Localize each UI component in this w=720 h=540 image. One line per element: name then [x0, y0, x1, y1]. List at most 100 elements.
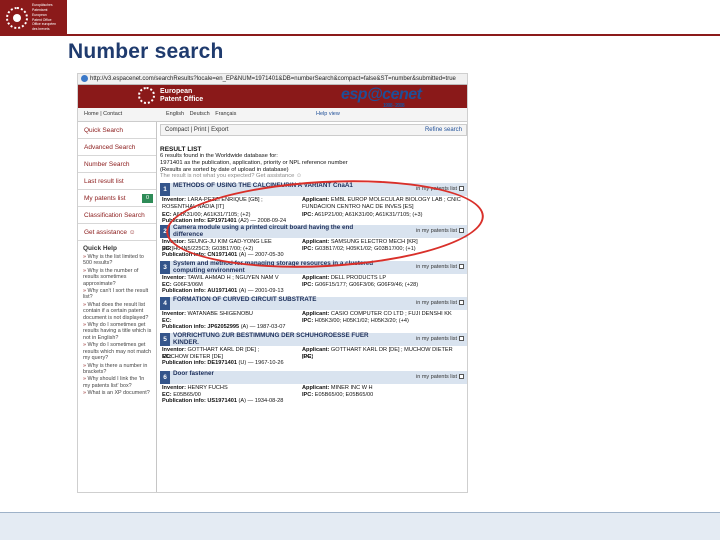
field-label: Applicant:	[302, 311, 330, 318]
publication-number-link[interactable]: US1971401	[207, 398, 237, 404]
field-label: Applicant:	[302, 385, 330, 392]
publication-date: 1967-10-26	[254, 360, 284, 367]
record-title-link[interactable]: VORRICHTUNG ZUR BESTIMMUNG DER SCHUHGROE…	[173, 332, 383, 346]
quick-help-link[interactable]: Why is the number of results sometimes a…	[78, 268, 156, 288]
record-field-inventor: Inventor: HENRY FUCHS	[162, 385, 282, 392]
publication-info: Publication info: DE1971401 (U) — 1967-1…	[162, 360, 284, 367]
field-value: DELL PRODUCTS LP	[330, 275, 387, 282]
add-to-list-checkbox[interactable]	[459, 336, 464, 342]
left-navigation: Quick Search Advanced Search Number Search…	[78, 122, 157, 492]
record-field-inventor: Inventor: GOTTHART KARL DR [DE] ; MUCHOW…	[162, 347, 282, 360]
quick-help-link[interactable]: Why is the list limited to 500 results?	[78, 254, 156, 268]
kind-code: (A)	[238, 398, 246, 405]
record-body: Inventor: GOTTHART KARL DR [DE] ; MUCHOW…	[160, 346, 467, 368]
publication-info: Publication info: JP62052995 (A) — 1987-…	[162, 324, 286, 331]
publication-date: 1934-08-28	[254, 398, 284, 405]
epo-header-logo-icon	[138, 87, 155, 104]
publication-number-link[interactable]: AU1971401	[207, 288, 237, 294]
field-label: Publication info:	[162, 324, 206, 331]
in-my-patents-list: in my patents list	[416, 300, 464, 306]
compact-button[interactable]: Compact	[165, 127, 189, 133]
publication-number-link[interactable]: DE1971401	[207, 360, 237, 366]
field-value: HENRY FUCHS	[187, 385, 228, 392]
nav-item-label: Last result list	[84, 178, 124, 185]
publication-number-link[interactable]: JP62052995	[207, 324, 239, 330]
record-title-link[interactable]: FORMATION OF CURVED CIRCUIT SUBSTRATE	[173, 297, 383, 304]
in-my-patents-list: in my patents list	[416, 336, 464, 342]
nav-item[interactable]: Last result list	[78, 173, 156, 190]
field-label: IPC:	[302, 282, 314, 289]
nav-item[interactable]: Number Search	[78, 156, 156, 173]
nav-item[interactable]: Quick Search	[78, 122, 156, 139]
slide-title: Number search	[68, 40, 224, 63]
print-button[interactable]: Print	[194, 127, 206, 133]
nav-item-label: My patents list	[84, 195, 126, 202]
field-label: Publication info:	[162, 360, 206, 367]
record-number: 5	[160, 333, 170, 347]
record-field-applicant: Applicant: MINER INC W H	[302, 385, 462, 392]
office-name: European Patent Office	[160, 88, 204, 103]
record-number: 3	[160, 261, 170, 275]
nav-item-label: Advanced Search	[84, 144, 136, 151]
record-field-ipc: IPC: E05B65/00; E05B65/00	[302, 392, 462, 399]
record-field-applicant: Applicant: CASIO COMPUTER CO LTD ; FUJI …	[302, 311, 462, 318]
field-value: H05K3/00; H05K1/02; H05K3/20; (+4)	[314, 318, 409, 325]
result-summary-1: 6 results found in the Worldwide databas…	[160, 153, 278, 159]
quick-help-link[interactable]: What does the result list contain if a c…	[78, 302, 156, 322]
record-field-ipc: IPC: H05K3/00; H05K1/02; H05K3/20; (+4)	[302, 318, 462, 325]
field-value: MINER INC W H	[330, 385, 373, 392]
export-button[interactable]: Export	[211, 127, 228, 133]
kind-code: (A)	[238, 288, 247, 295]
nav-item[interactable]: Get assistance ☺	[78, 224, 156, 241]
field-value: TAWIL AHMAD H ; NGUYEN NAM V	[187, 275, 279, 282]
in-list-label: in my patents list	[416, 374, 457, 381]
logo-line: des brevets	[32, 27, 50, 32]
address-bar[interactable]: http://v3.espacenet.com/searchResults?lo…	[78, 74, 467, 85]
field-label: Inventor:	[162, 385, 186, 392]
add-to-list-checkbox[interactable]	[459, 186, 464, 192]
record-body: Inventor: TAWIL AHMAD H ; NGUYEN NAM V Ap…	[160, 274, 467, 294]
quick-help-link[interactable]: Why do I sometimes get results which may…	[78, 342, 156, 362]
publication-info: Publication info: AU1971401 (A) — 2001-0…	[162, 288, 284, 295]
field-label: Inventor:	[162, 311, 186, 318]
result-list-heading: RESULT LIST	[160, 146, 202, 153]
help-view-link[interactable]: Help view	[316, 111, 340, 117]
slide: Europäisches Patentamt European Patent Offi…	[0, 0, 720, 540]
field-label: Publication info:	[162, 288, 206, 295]
nav-item-label: Classification Search	[84, 212, 145, 219]
language-links[interactable]: English Deutsch Français	[166, 111, 236, 117]
add-to-list-checkbox[interactable]	[459, 300, 464, 306]
field-label: Publication info:	[162, 398, 206, 405]
home-contact-link[interactable]: Home | Contact	[84, 111, 122, 117]
nav-item[interactable]: My patents list 0	[78, 190, 156, 207]
patents-list-count: 0	[142, 194, 153, 203]
quick-help-link[interactable]: What is an XP document?	[78, 390, 156, 397]
field-value: WATANABE SHIGENOBU	[187, 311, 253, 318]
nav-item[interactable]: Classification Search	[78, 207, 156, 224]
refine-search-button[interactable]: Refine search	[425, 125, 462, 135]
field-value: CASIO COMPUTER CO LTD ; FUJI DENSHI KK	[330, 311, 452, 318]
quick-help-link[interactable]: Why should I link the 'In my patents lis…	[78, 376, 156, 390]
epo-logo-icon	[6, 7, 28, 29]
url-text: http://v3.espacenet.com/searchResults?lo…	[90, 76, 456, 82]
result-record: 5 VORRICHTUNG ZUR BESTIMMUNG DER SCHUHGRO…	[160, 332, 467, 368]
record-field-ipc: IPC:	[302, 354, 462, 361]
field-label: IPC:	[302, 354, 314, 361]
publication-info: Publication info: US1971401 (A) — 1934-0…	[162, 398, 284, 405]
nav-item[interactable]: Advanced Search	[78, 139, 156, 156]
quick-help-link[interactable]: Why is there a number in brackets?	[78, 363, 156, 377]
nav-item-label: Get assistance ☺	[84, 229, 136, 236]
epo-logo: Europäisches Patentamt European Patent Offi…	[0, 0, 67, 36]
browser-icon	[81, 74, 88, 82]
espacenet-brand: esp@cenet 1998 - 2008	[341, 86, 422, 109]
record-field-applicant: Applicant: DELL PRODUCTS LP	[302, 275, 462, 282]
in-list-label: in my patents list	[416, 300, 457, 307]
record-title-link[interactable]: Door fastener	[173, 371, 383, 378]
publication-date: 2001-09-13	[254, 288, 284, 295]
quick-help-link[interactable]: Why do I sometimes get results having a …	[78, 322, 156, 342]
footer-band	[0, 512, 720, 540]
add-to-list-checkbox[interactable]	[459, 374, 464, 380]
add-to-list-checkbox[interactable]	[459, 264, 464, 270]
quick-help-link[interactable]: Why can't I sort the result list?	[78, 288, 156, 302]
result-record: 6 Door fastener in my patents list Inventor…	[160, 371, 467, 404]
